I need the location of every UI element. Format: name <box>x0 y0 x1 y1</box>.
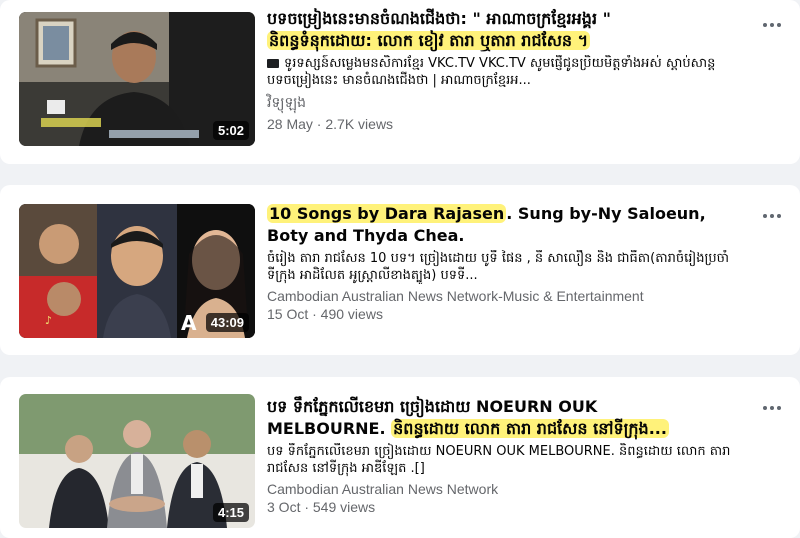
video-description: ទូរទស្សន៍សម្លេងមនសិការខ្មែរ VKC.TV VKC.T… <box>267 55 748 89</box>
video-title[interactable]: បទ ទឹកភ្នែកលើខេមរា ច្រៀងដោយ NOEURN OUK M… <box>267 396 748 440</box>
video-meta: 28 May · 2.7K views <box>267 116 394 132</box>
more-options-icon[interactable] <box>758 207 786 225</box>
video-info: បទ ទឹកភ្នែកលើខេមរា ច្រៀងដោយ NOEURN OUK M… <box>267 396 748 515</box>
tv-icon <box>267 59 279 68</box>
video-description: បទ ទឹកភ្នែកលើខេមរា ច្រៀងដោយ NOEURN OUK M… <box>267 444 731 476</box>
channel-name[interactable]: វិទ្យុឡុង <box>267 93 748 114</box>
video-meta: 3 Oct · 549 views <box>267 499 376 515</box>
title-line: បទ ទឹកភ្នែកលើខេមរា ច្រៀងដោយ NOEURN OUK <box>267 397 598 416</box>
svg-text:A: A <box>181 311 197 335</box>
video-info: បទចម្រៀងនេះមានចំណងជើងថា: " អាណាចក្រខ្មែរ… <box>267 8 748 132</box>
video-duration: 4:15 <box>212 503 249 522</box>
title-highlight: 10 Songs by Dara Rajasen <box>267 204 507 223</box>
description-text: ទូរទស្សន៍សម្លេងមនសិការខ្មែរ VKC.TV VKC.T… <box>267 56 716 88</box>
channel-name[interactable]: Cambodian Australian News Network-Music … <box>267 288 748 304</box>
video-card[interactable]: 4:15 បទ ទឹកភ្នែកលើខេមរា ច្រៀងដោយ NOEURN … <box>0 377 800 538</box>
video-title[interactable]: 10 Songs by Dara Rajasen. Sung by-Ny Sal… <box>267 203 748 247</box>
video-card[interactable]: 5:02 បទចម្រៀងនេះមានចំណងជើងថា: " អាណាចក្រ… <box>0 0 800 164</box>
channel-name[interactable]: Cambodian Australian News Network <box>267 481 748 497</box>
video-card[interactable]: ♪ A 43:09 10 Songs by Dara Rajasen. Sung… <box>0 185 800 355</box>
video-thumbnail[interactable]: ♪ A 43:09 <box>19 204 255 338</box>
more-options-icon[interactable] <box>758 399 786 417</box>
video-thumbnail[interactable]: 5:02 <box>19 12 255 146</box>
svg-text:♪: ♪ <box>45 314 52 327</box>
title-line: MELBOURNE. <box>267 419 392 438</box>
video-feed: 5:02 បទចម្រៀងនេះមានចំណងជើងថា: " អាណាចក្រ… <box>0 0 800 538</box>
title-highlight: និពន្ធទំនុកដោយ: លោក ខៀវ តារា ឬតារា រាជសែ… <box>267 31 591 50</box>
video-meta: 15 Oct · 490 views <box>267 306 383 322</box>
title-line: បទចម្រៀងនេះមានចំណងជើងថា: " អាណាចក្រខ្មែរ… <box>267 9 611 28</box>
video-title[interactable]: បទចម្រៀងនេះមានចំណងជើងថា: " អាណាចក្រខ្មែរ… <box>267 8 748 52</box>
video-duration: 43:09 <box>205 313 249 332</box>
video-info: 10 Songs by Dara Rajasen. Sung by-Ny Sal… <box>267 203 748 322</box>
video-description: ចំរៀង តារា រាជសែន 10 បទ។ ច្រៀងដោយ បូទី ផ… <box>267 251 729 283</box>
more-options-icon[interactable] <box>758 16 786 34</box>
video-thumbnail[interactable]: 4:15 <box>19 394 255 528</box>
video-duration: 5:02 <box>212 121 249 140</box>
title-highlight: និពន្ធដោយ លោក តារា រាជសែន នៅទីក្រុង... <box>391 419 669 438</box>
